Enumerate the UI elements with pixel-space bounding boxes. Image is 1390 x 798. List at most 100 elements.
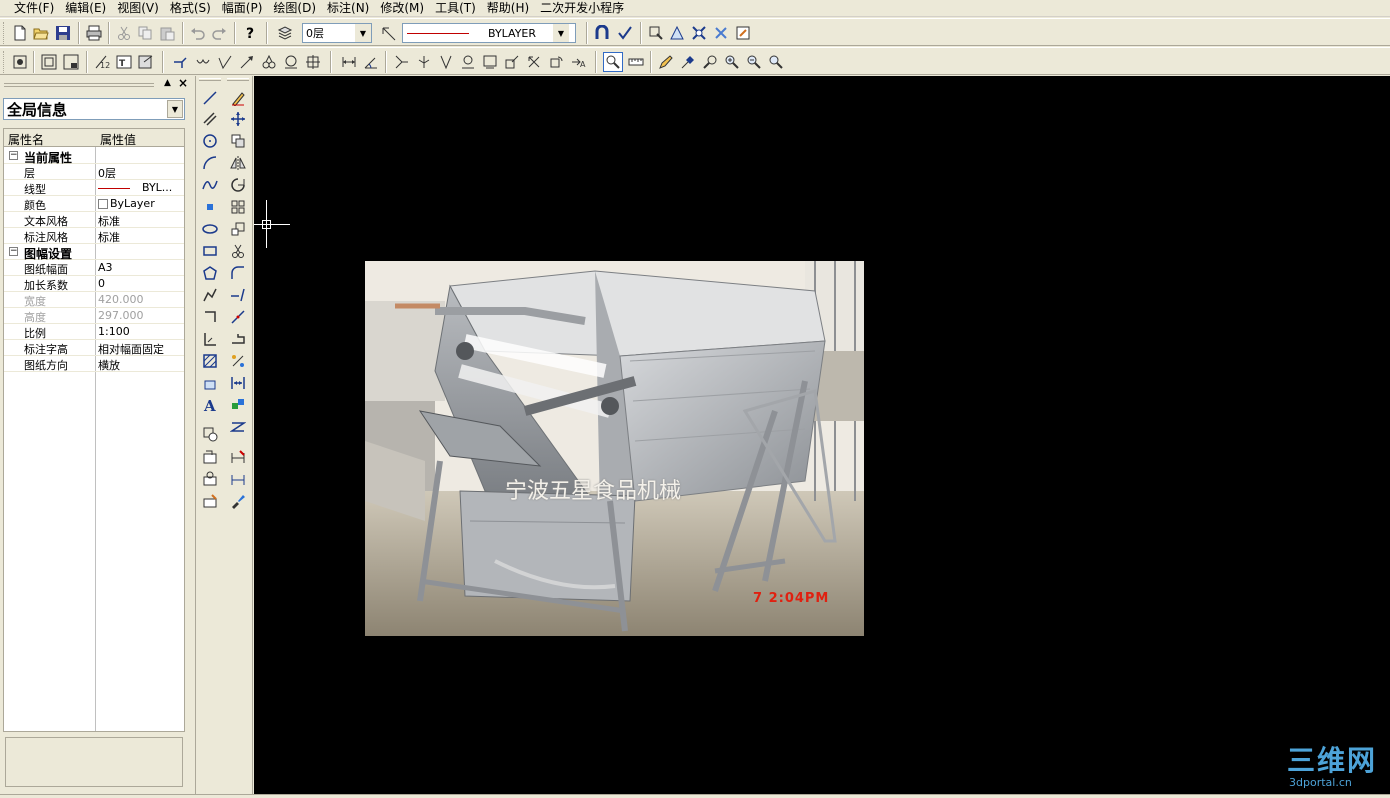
tool-button[interactable] — [615, 23, 635, 43]
menu-sheet[interactable]: 幅面(P) — [222, 1, 263, 15]
property-row[interactable]: 加长系数 0 — [4, 276, 184, 292]
stretch-tool[interactable] — [227, 329, 249, 349]
menu-draw[interactable]: 绘图(D) — [273, 1, 316, 15]
toolbar-grip[interactable] — [227, 78, 249, 81]
ruler-button[interactable] — [626, 52, 646, 72]
rotate-button[interactable] — [546, 52, 566, 72]
property-row[interactable]: 宽度 420.000 — [4, 292, 184, 308]
arrow-button[interactable] — [237, 52, 257, 72]
property-row[interactable]: 图纸方向 横放 — [4, 356, 184, 372]
fillet-tool[interactable] — [227, 263, 249, 283]
section-button[interactable] — [281, 52, 301, 72]
rotate-tool[interactable] — [227, 175, 249, 195]
layer-manager-button[interactable] — [275, 23, 295, 43]
layer-tool[interactable] — [227, 417, 249, 437]
block-tool[interactable] — [199, 424, 221, 444]
property-scope-select[interactable]: 全局信息 ▼ — [3, 98, 185, 120]
clear-button[interactable] — [711, 23, 731, 43]
break-button[interactable] — [436, 52, 456, 72]
query-button[interactable] — [646, 23, 666, 43]
property-category[interactable]: − 图幅设置 — [4, 244, 184, 261]
save-button[interactable] — [53, 23, 73, 43]
equidistant-line-tool[interactable] — [199, 329, 221, 349]
property-row[interactable]: 文本风格 标准 — [4, 212, 184, 228]
help-button[interactable]: ? — [240, 23, 260, 43]
property-value[interactable]: 标准 — [98, 213, 120, 229]
menu-dev-programs[interactable]: 二次开发小程序 — [540, 1, 624, 15]
chevron-down-icon[interactable]: ▼ — [167, 100, 183, 118]
break-tool[interactable] — [227, 307, 249, 327]
print-button[interactable] — [84, 23, 104, 43]
table-edit-button[interactable] — [136, 52, 156, 72]
leader-button[interactable] — [170, 52, 190, 72]
redraw-button[interactable] — [678, 52, 698, 72]
chevron-down-icon[interactable]: ▼ — [355, 24, 371, 42]
title-block-button[interactable] — [61, 52, 81, 72]
insert-block-tool[interactable] — [199, 447, 221, 467]
zoom-out-button[interactable] — [744, 52, 764, 72]
chamfer-button[interactable] — [458, 52, 478, 72]
menu-file[interactable]: 文件(F) — [14, 1, 54, 15]
property-value[interactable]: BYL... — [98, 181, 172, 194]
property-row[interactable]: 图纸幅面 A3 — [4, 260, 184, 276]
paint-button[interactable] — [733, 23, 753, 43]
point-tool[interactable] — [199, 197, 221, 217]
copy-button[interactable] — [135, 23, 155, 43]
property-row[interactable]: 标注风格 标准 — [4, 228, 184, 244]
polygon-tool[interactable] — [199, 263, 221, 283]
layer-select[interactable]: 0层 ▼ — [302, 23, 372, 43]
dimension-edit-tool[interactable] — [227, 447, 249, 467]
pan-button[interactable] — [656, 52, 676, 72]
ellipse-tool[interactable] — [199, 219, 221, 239]
menu-format[interactable]: 格式(S) — [170, 1, 211, 15]
scale-tool[interactable] — [227, 219, 249, 239]
weld-button[interactable] — [193, 52, 213, 72]
match-properties-tool[interactable] — [227, 395, 249, 415]
fill-tool[interactable] — [199, 373, 221, 393]
image-tool[interactable] — [199, 491, 221, 511]
property-value[interactable]: 横放 — [98, 357, 120, 373]
menu-dimension[interactable]: 标注(N) — [327, 1, 369, 15]
snap-button[interactable] — [592, 23, 612, 43]
move-tool[interactable] — [227, 109, 249, 129]
panel-grip[interactable] — [4, 83, 154, 87]
new-file-button[interactable] — [10, 23, 30, 43]
cut-button[interactable] — [114, 23, 134, 43]
center-mark-button[interactable] — [303, 52, 323, 72]
format-brush-tool[interactable] — [227, 491, 249, 511]
polyline-tool[interactable] — [199, 285, 221, 305]
extend-button[interactable] — [414, 52, 434, 72]
trim-tool[interactable] — [227, 241, 249, 261]
attribute-button[interactable] — [689, 23, 709, 43]
measure-button[interactable] — [667, 23, 687, 43]
rectangle-tool[interactable] — [199, 241, 221, 261]
property-row[interactable]: 高度 297.000 — [4, 308, 184, 324]
inserted-raster-image[interactable]: 宁波五星食品机械 7 2:04PM — [365, 261, 864, 636]
menu-view[interactable]: 视图(V) — [117, 1, 159, 15]
align-tool[interactable] — [227, 373, 249, 393]
menu-help[interactable]: 帮助(H) — [487, 1, 529, 15]
linetype-select[interactable]: BYLAYER ▼ — [402, 23, 576, 43]
property-value[interactable]: 标准 — [98, 229, 120, 245]
collapse-icon[interactable]: − — [9, 151, 18, 160]
property-value[interactable]: 1:100 — [98, 325, 130, 338]
property-value[interactable]: 0层 — [98, 165, 116, 181]
array-tool[interactable] — [227, 197, 249, 217]
property-row[interactable]: 线型 BYL... — [4, 180, 184, 196]
datum-button[interactable] — [259, 52, 279, 72]
property-row[interactable]: 比例 1:100 — [4, 324, 184, 340]
property-value[interactable]: 297.000 — [98, 309, 144, 322]
frame-button[interactable] — [39, 52, 59, 72]
zoom-dynamic-button[interactable] — [700, 52, 720, 72]
property-category[interactable]: − 当前属性 — [4, 148, 184, 165]
circle-tool[interactable] — [199, 131, 221, 151]
arc-tool[interactable] — [199, 153, 221, 173]
menu-tools[interactable]: 工具(T) — [435, 1, 476, 15]
mirror-tool[interactable] — [227, 153, 249, 173]
angle-dimension-button[interactable] — [361, 52, 381, 72]
redo-button[interactable] — [209, 23, 229, 43]
property-row[interactable]: 层 0层 — [4, 164, 184, 180]
paste-button[interactable] — [157, 23, 177, 43]
pin-icon[interactable]: ▲ — [164, 78, 171, 88]
collapse-icon[interactable]: − — [9, 247, 18, 256]
